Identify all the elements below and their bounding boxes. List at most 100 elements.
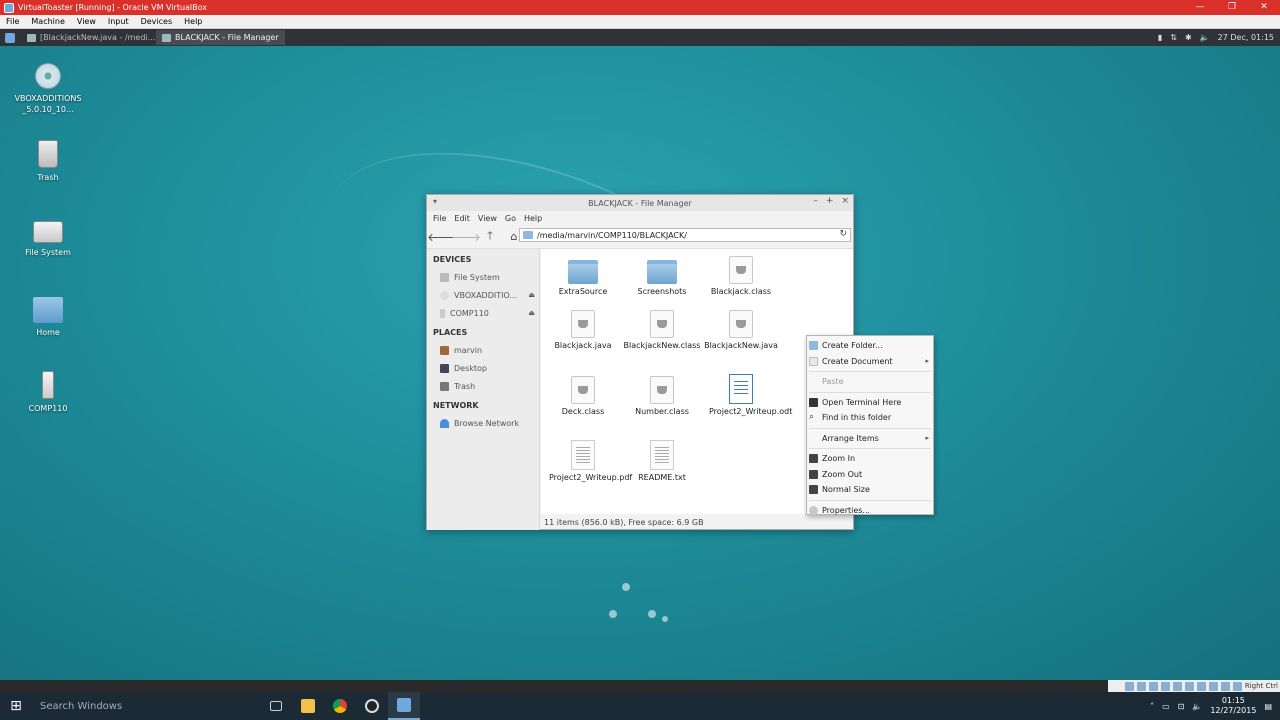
usb-status-icon[interactable] [1172,681,1182,691]
volume-icon[interactable]: 🔈 [1192,702,1202,711]
location-path[interactable]: /media/marvin/COMP110/BLACKJACK/ [537,231,687,240]
menu-item-properties[interactable]: Properties... [807,503,933,519]
menu-item-paste[interactable]: Paste [807,374,933,390]
maximize-button[interactable]: ❐ [1216,0,1248,15]
audio-status-icon[interactable] [1148,681,1158,691]
mouse-integration-status-icon[interactable] [1232,681,1242,691]
vbox-menu-view[interactable]: View [71,17,102,26]
menu-item-open-terminal[interactable]: Open Terminal Here [807,395,933,411]
network-icon[interactable]: ⇅ [1170,33,1177,42]
vbox-menu-help[interactable]: Help [178,17,208,26]
file-item-blackjacknew-class[interactable]: BlackjackNew.class [622,310,702,351]
guest-desktop[interactable]: [BlackjackNew.java - /medi... BLACKJACK … [0,29,1280,680]
usb-drive-icon [42,371,54,399]
spinner-dot [662,616,668,622]
sidebar-item-label: Trash [454,381,476,391]
file-item-number-class[interactable]: Number.class [622,376,702,417]
eject-icon[interactable]: ⏏ [528,309,535,317]
menu-item-zoom-in[interactable]: Zoom In [807,451,933,467]
fm-menu-file[interactable]: File [429,214,450,223]
file-item-deck-class[interactable]: Deck.class [543,376,623,417]
file-item-blackjack-class[interactable]: Blackjack.class [701,256,781,297]
obs-icon[interactable] [356,692,388,720]
desktop-icon-vboxadditions[interactable]: VBOXADDITIONS_5.0.10_10... [13,63,83,115]
fm-minimize-button[interactable]: – [813,196,818,206]
fm-menu-help[interactable]: Help [520,214,546,223]
battery-icon[interactable]: ▭ [1162,702,1170,711]
window-menu-icon[interactable]: ▾ [433,197,437,206]
fm-menu-view[interactable]: View [474,214,501,223]
location-bar[interactable]: /media/marvin/COMP110/BLACKJACK/ ↻ [519,228,851,242]
fm-close-button[interactable]: × [841,196,849,206]
vbox-menu-input[interactable]: Input [102,17,135,26]
video-capture-status-icon[interactable] [1208,681,1218,691]
text-file-icon [650,440,674,470]
forward-arrow-icon[interactable]: 🡒 [451,227,481,247]
minimize-button[interactable]: — [1184,0,1216,15]
tray-up-arrow-icon[interactable]: ˄ [1150,702,1154,711]
parent-folder-arrow-icon[interactable]: 🡑 [479,227,501,247]
file-item-project2-writeup-pdf[interactable]: Project2_Writeup.pdf [543,440,632,483]
desktop-icon-trash[interactable]: Trash [13,140,83,183]
file-item-blackjack-java[interactable]: Blackjack.java [543,310,623,351]
virtualbox-taskbar-icon[interactable] [388,692,420,720]
windows-start-icon[interactable]: ⊞ [0,692,32,720]
vbox-menu-file[interactable]: File [0,17,25,26]
menu-item-find-in-folder[interactable]: ⌕ Find in this folder [807,410,933,426]
hard-disk-status-icon[interactable] [1124,681,1134,691]
vbox-menu-devices[interactable]: Devices [135,17,179,26]
shared-folders-status-icon[interactable] [1184,681,1194,691]
taskbar-clock[interactable]: 01:15 12/27/2015 [1210,696,1256,716]
sidebar-item-desktop[interactable]: Desktop [427,359,539,377]
file-item-blackjacknew-java[interactable]: BlackjackNew.java [701,310,781,351]
applications-menu-icon[interactable] [5,32,15,43]
fm-menu-go[interactable]: Go [501,214,520,223]
menu-item-label: Normal Size [822,485,870,495]
file-explorer-icon[interactable] [292,692,324,720]
menu-item-normal-size[interactable]: Normal Size [807,482,933,498]
file-item-extrasource[interactable]: ExtraSource [543,260,623,297]
menu-item-label: Find in this folder [822,413,892,423]
eject-icon[interactable]: ⏏ [528,291,535,299]
menu-item-create-document[interactable]: Create Document ▸ [807,354,933,370]
panel-task-editor[interactable]: [BlackjackNew.java - /medi... [21,30,156,45]
back-arrow-icon[interactable]: 🡐 [427,227,457,247]
desktop-icon-file-system[interactable]: File System [13,221,83,258]
display-status-icon[interactable] [1196,681,1206,691]
sidebar-item-trash[interactable]: Trash [427,377,539,395]
fm-menu-edit[interactable]: Edit [450,214,474,223]
optical-drive-status-icon[interactable] [1136,681,1146,691]
chrome-icon[interactable] [324,692,356,720]
file-manager-title-bar[interactable]: ▾ BLACKJACK - File Manager – + × [427,195,853,211]
windows-search-box[interactable]: Search Windows [32,692,260,720]
network-icon[interactable]: ⊡ [1178,702,1185,711]
battery-icon[interactable]: ▮ [1158,33,1162,42]
sidebar-item-file-system[interactable]: File System [427,268,539,286]
file-item-project2-writeup-odt[interactable]: Project2_Writeup.odt [701,374,792,417]
file-manager-window[interactable]: ▾ BLACKJACK - File Manager – + × File Ed… [426,194,854,530]
menu-item-arrange-items[interactable]: Arrange Items ▸ [807,431,933,447]
desktop-icon-home[interactable]: Home [13,297,83,338]
close-button[interactable]: ✕ [1248,0,1280,15]
file-item-screenshots[interactable]: Screenshots [622,260,702,297]
sidebar-item-marvin[interactable]: marvin [427,341,539,359]
file-item-readme-txt[interactable]: README.txt [622,440,702,483]
desktop-icon-comp110[interactable]: COMP110 [13,371,83,414]
sidebar-item-comp110[interactable]: COMP110 ⏏ [427,304,539,322]
cpu-status-icon[interactable] [1220,681,1230,691]
network-status-icon[interactable] [1160,681,1170,691]
volume-icon[interactable]: 🔈 [1200,33,1210,42]
task-view-icon[interactable] [260,692,292,720]
notifications-icon[interactable]: ▤ [1264,702,1272,711]
panel-clock[interactable]: 27 Dec, 01:15 [1218,33,1274,42]
cd-icon [440,290,449,300]
fm-maximize-button[interactable]: + [826,196,834,206]
sidebar-item-vboxadditions[interactable]: VBOXADDITIO... ⏏ [427,286,539,304]
panel-task-file-manager[interactable]: BLACKJACK - File Manager [156,30,285,45]
bluetooth-icon[interactable]: ✱ [1185,33,1192,42]
sidebar-item-browse-network[interactable]: Browse Network [427,414,539,432]
vbox-menu-machine[interactable]: Machine [25,17,71,26]
reload-icon[interactable]: ↻ [839,229,847,239]
menu-item-create-folder[interactable]: Create Folder... [807,338,933,354]
menu-item-zoom-out[interactable]: Zoom Out [807,467,933,483]
